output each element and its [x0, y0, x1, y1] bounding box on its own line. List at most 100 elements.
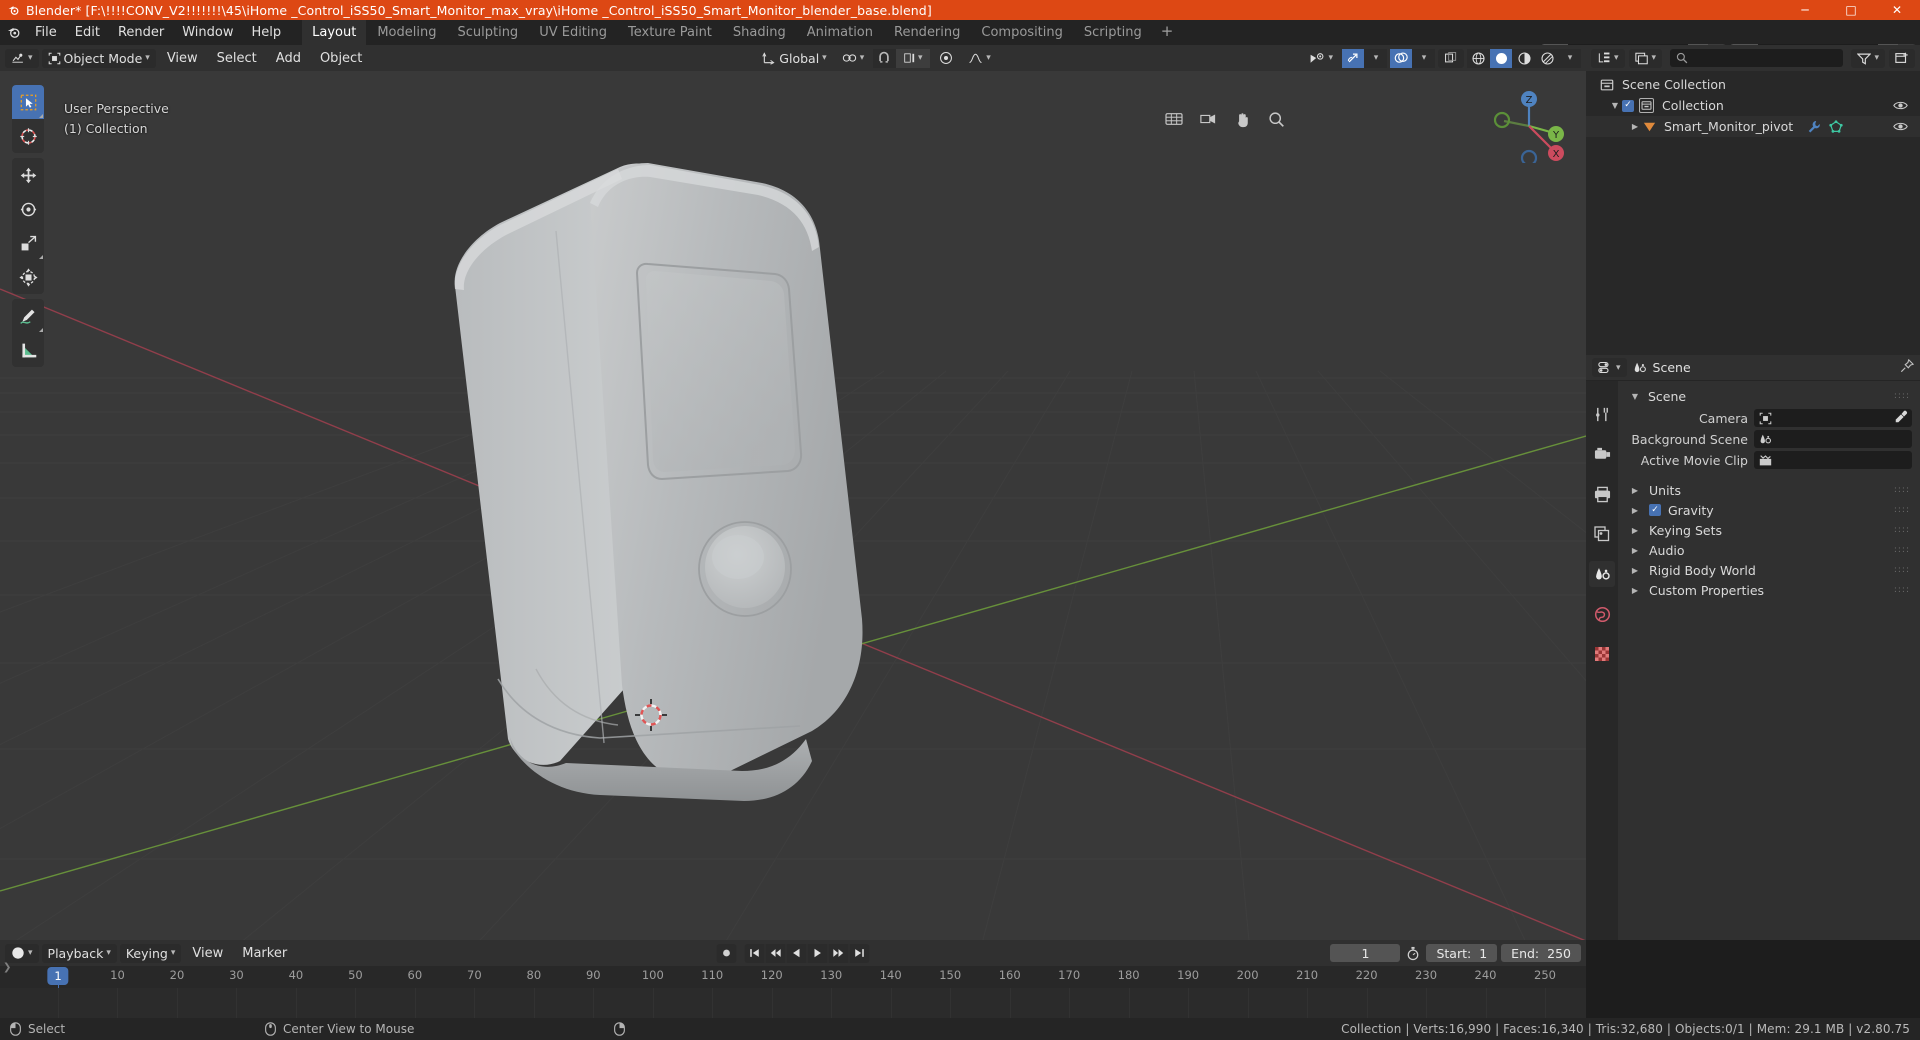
- viewport-menu-add[interactable]: Add: [268, 49, 309, 68]
- background-scene-field[interactable]: [1754, 430, 1912, 448]
- proportional-falloff-selector[interactable]: ▾: [962, 49, 997, 68]
- outliner-row-smart-monitor-pivot[interactable]: ▶ Smart_Monitor_pivot: [1586, 116, 1920, 137]
- viewport-menu-select[interactable]: Select: [209, 49, 265, 68]
- add-workspace-button[interactable]: +: [1153, 20, 1182, 45]
- maximize-button[interactable]: □: [1828, 0, 1874, 20]
- panel-drag-grip[interactable]: ::::: [1894, 585, 1910, 595]
- show-overlays-icon[interactable]: [1390, 48, 1412, 68]
- world-properties-tab[interactable]: [1589, 601, 1615, 627]
- jump-to-start-button[interactable]: [744, 943, 765, 963]
- viewport-navigation-gizmo[interactable]: Z Y X: [1492, 89, 1566, 167]
- pin-id-icon[interactable]: [1900, 358, 1915, 377]
- outliner-row-collection[interactable]: ▼ ✓ Collection: [1586, 95, 1920, 116]
- object-visibility-eye-icon[interactable]: [1893, 120, 1908, 136]
- panel-header-gravity[interactable]: ▶ ✓ Gravity ::::: [1618, 500, 1920, 520]
- timeline-editor-type-selector[interactable]: ▾: [5, 943, 39, 963]
- render-properties-tab[interactable]: [1589, 441, 1615, 467]
- play-reverse-button[interactable]: [786, 943, 807, 963]
- current-frame-indicator[interactable]: 1: [47, 967, 69, 985]
- scene-properties-tab[interactable]: [1589, 561, 1615, 587]
- active-movie-clip-field[interactable]: [1754, 451, 1912, 469]
- outliner-editor[interactable]: ▾ ▾ ▾ Scene Collection ▼ ✓ Collection ▶ …: [1586, 45, 1920, 355]
- transform-tool[interactable]: [12, 260, 44, 294]
- tab-sculpting[interactable]: Sculpting: [447, 20, 528, 45]
- rendered-shading-icon[interactable]: [1536, 48, 1558, 68]
- texture-properties-tab[interactable]: [1589, 641, 1615, 667]
- solid-shading-icon[interactable]: [1490, 48, 1512, 68]
- shading-options-chevron-down-icon[interactable]: ▾: [1559, 48, 1581, 68]
- output-properties-tab[interactable]: [1589, 481, 1615, 507]
- panel-header-keying-sets[interactable]: ▶ Keying Sets ::::: [1618, 520, 1920, 540]
- disclosure-triangle-icon[interactable]: ▶: [1628, 526, 1642, 535]
- blender-menu-icon[interactable]: [0, 20, 26, 45]
- menu-window[interactable]: Window: [173, 23, 242, 42]
- cursor-tool[interactable]: [12, 119, 44, 153]
- tab-uv-editing[interactable]: UV Editing: [529, 20, 617, 45]
- rotate-tool[interactable]: [12, 192, 44, 226]
- view-layer-properties-tab[interactable]: [1589, 521, 1615, 547]
- jump-to-end-button[interactable]: [849, 943, 870, 963]
- tab-layout[interactable]: Layout: [302, 20, 367, 45]
- panel-drag-grip[interactable]: ::::: [1894, 391, 1910, 401]
- collection-visibility-eye-icon[interactable]: [1893, 99, 1908, 115]
- disclosure-triangle-icon[interactable]: ▶: [1628, 122, 1642, 131]
- snap-magnet-icon[interactable]: [873, 48, 896, 68]
- proportional-editing-toggle[interactable]: [933, 49, 959, 68]
- editor-type-selector[interactable]: ▾: [5, 48, 39, 68]
- overlay-options-chevron-down-icon[interactable]: ▾: [1413, 48, 1435, 68]
- viewport-menu-object[interactable]: Object: [312, 49, 370, 68]
- disclosure-triangle-icon[interactable]: ▶: [1628, 506, 1642, 515]
- tab-animation[interactable]: Animation: [797, 20, 883, 45]
- auto-keyframe-toggle[interactable]: [716, 943, 737, 963]
- pan-hand-icon[interactable]: [1232, 109, 1252, 129]
- panel-header-custom-properties[interactable]: ▶ Custom Properties ::::: [1618, 580, 1920, 600]
- wireframe-shading-icon[interactable]: [1467, 48, 1489, 68]
- outliner-row-scene-collection[interactable]: Scene Collection: [1586, 74, 1920, 95]
- timeline-menu-view[interactable]: View: [184, 944, 231, 963]
- disclosure-triangle-icon[interactable]: ▶: [1628, 486, 1642, 495]
- measure-tool[interactable]: [12, 333, 44, 367]
- panel-drag-grip[interactable]: ::::: [1894, 525, 1910, 535]
- outliner-search-input[interactable]: [1670, 49, 1844, 67]
- mesh-data-icon[interactable]: [1829, 119, 1843, 134]
- timeline-sidebar-toggle-icon[interactable]: ❯: [3, 962, 11, 973]
- menu-file[interactable]: File: [26, 23, 66, 42]
- tab-scripting[interactable]: Scripting: [1074, 20, 1152, 45]
- timeline-ruler[interactable]: 1 10 20 30 40 50 60 70 80 90 100 110 120 130 140 150 160…: [0, 966, 1586, 1015]
- start-frame-field[interactable]: Start: 1: [1426, 944, 1498, 962]
- panel-drag-grip[interactable]: ::::: [1894, 505, 1910, 515]
- end-frame-field[interactable]: End: 250: [1501, 944, 1581, 962]
- outliner-editor-type-selector[interactable]: ▾: [1591, 48, 1625, 68]
- tool-properties-tab[interactable]: [1589, 401, 1615, 427]
- play-button[interactable]: [807, 943, 828, 963]
- disclosure-triangle-icon[interactable]: ▼: [1608, 101, 1622, 110]
- gravity-checkbox[interactable]: ✓: [1649, 504, 1661, 516]
- panel-header-audio[interactable]: ▶ Audio ::::: [1618, 540, 1920, 560]
- outliner-display-mode-selector[interactable]: ▾: [1628, 48, 1663, 68]
- tab-shading[interactable]: Shading: [723, 20, 796, 45]
- close-button[interactable]: ✕: [1874, 0, 1920, 20]
- disclosure-triangle-icon[interactable]: ▼: [1628, 392, 1642, 401]
- panel-header-units[interactable]: ▶ Units ::::: [1618, 480, 1920, 500]
- snap-target-selector[interactable]: ▾: [896, 48, 931, 68]
- properties-editor-type-selector[interactable]: ▾: [1592, 358, 1627, 377]
- tab-modeling[interactable]: Modeling: [367, 20, 446, 45]
- timeline-editor[interactable]: ▾ Playback ▾ Keying ▾ View Marker 1 Star…: [0, 940, 1586, 1018]
- object-mode-selector[interactable]: Object Mode ▾: [41, 48, 156, 68]
- timeline-track-area[interactable]: ❯: [0, 962, 1586, 1018]
- menu-help[interactable]: Help: [243, 23, 291, 42]
- camera-perspective-icon[interactable]: [1198, 109, 1218, 129]
- current-frame-field[interactable]: 1: [1330, 944, 1401, 962]
- disclosure-triangle-icon[interactable]: ▶: [1628, 586, 1642, 595]
- zoom-magnifier-icon[interactable]: [1266, 109, 1286, 129]
- minimize-button[interactable]: ─: [1782, 0, 1828, 20]
- new-collection-button[interactable]: [1889, 48, 1915, 68]
- show-gizmo-icon[interactable]: [1342, 48, 1364, 68]
- menu-render[interactable]: Render: [109, 23, 173, 42]
- toggle-camera-view-icon[interactable]: [1164, 109, 1184, 129]
- viewport-menu-view[interactable]: View: [159, 49, 206, 68]
- jump-to-previous-keyframe-button[interactable]: [765, 943, 786, 963]
- jump-to-next-keyframe-button[interactable]: [828, 943, 849, 963]
- viewport-canvas[interactable]: User Perspective (1) Collection Z Y X: [0, 71, 1586, 940]
- move-tool[interactable]: [12, 158, 44, 192]
